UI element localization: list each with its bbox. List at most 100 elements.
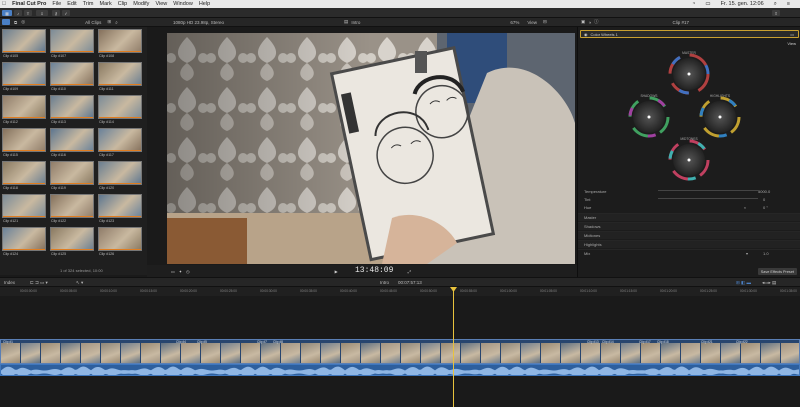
viewer-timecode[interactable]: 13:48:09	[355, 266, 393, 275]
clip-thumbnail[interactable]	[98, 62, 142, 86]
timeline-body[interactable]: Clip #1 Clip #4 Clip #5 Clip #7 Clip #8 Clip …	[0, 296, 800, 407]
menu-clip[interactable]: Clip	[118, 1, 127, 7]
hue-row[interactable]: Hue ◐ 0 °	[578, 203, 800, 211]
hue-knob-icon[interactable]: ◐	[744, 205, 746, 210]
tint-slider[interactable]	[658, 198, 758, 199]
clip-thumbnail[interactable]	[2, 29, 46, 53]
menu-window[interactable]: Window	[173, 1, 193, 7]
play-button[interactable]: ▶	[335, 269, 338, 274]
section-midtones[interactable]: Midtones	[578, 231, 800, 239]
master-wheel[interactable]	[668, 53, 710, 95]
zoom-level[interactable]: 67%	[510, 20, 519, 25]
save-effects-preset-button[interactable]: Save Effects Preset	[757, 268, 797, 275]
section-master[interactable]: Master	[578, 213, 800, 221]
hue-value[interactable]: 0 °	[763, 205, 768, 210]
menu-clock[interactable]: Fr. 15. gen. 12:06	[721, 1, 764, 7]
clip-thumbnail[interactable]	[2, 95, 46, 119]
clip-thumbnail[interactable]	[50, 161, 94, 185]
clip-thumbnail[interactable]	[2, 194, 46, 218]
fullscreen-icon[interactable]: ⤢	[408, 269, 411, 274]
viewer-settings-icon[interactable]: ⊟	[543, 19, 547, 25]
timeline-ruler[interactable]: 00:00:00:00 00:00:05:00 00:00:10:00 00:00:1…	[0, 287, 800, 296]
clip-thumbnail[interactable]	[50, 95, 94, 119]
mix-row[interactable]: Mix ▾ 1.0	[578, 249, 800, 257]
menu-view[interactable]: View	[155, 1, 167, 7]
timeline-clip-label[interactable]: Clip #22	[736, 340, 748, 344]
clip-thumbnail[interactable]	[2, 62, 46, 86]
app-menu[interactable]: Final Cut Pro	[12, 1, 46, 7]
timeline-clip-label[interactable]: Clip #18	[657, 340, 669, 344]
menu-help[interactable]: Help	[199, 1, 210, 7]
timeline-tools-icon[interactable]: ⊏ ⊐ ▭ ▾	[30, 280, 48, 286]
list-icon[interactable]: ≡	[787, 1, 790, 7]
timeline-clip-label[interactable]: Clip #14	[602, 340, 614, 344]
clip-thumbnail[interactable]	[50, 29, 94, 53]
mix-handle[interactable]: ▾	[746, 251, 748, 256]
clip-thumbnail[interactable]	[98, 161, 142, 185]
menu-mark[interactable]: Mark	[100, 1, 112, 7]
temperature-slider[interactable]	[658, 190, 758, 191]
arrow-tool-icon[interactable]: ↖ ▾	[76, 280, 83, 286]
clip-thumbnail[interactable]	[50, 227, 94, 251]
search-icon[interactable]: ⌕	[774, 1, 777, 8]
audio-icon[interactable]: ◎	[21, 19, 25, 25]
filmstrip-icon[interactable]: ⧉	[14, 20, 17, 25]
grid-view-icon[interactable]: ⊞	[107, 19, 111, 25]
viewer-image[interactable]	[167, 33, 575, 264]
info-inspector-icon[interactable]: ⓘ	[594, 19, 599, 25]
clip-thumbnail[interactable]	[50, 194, 94, 218]
tint-row[interactable]: Tint 0	[578, 195, 800, 203]
photos-button[interactable]: ♪	[14, 10, 22, 16]
menu-edit[interactable]: Edit	[67, 1, 76, 7]
tint-value[interactable]: 0	[763, 197, 765, 202]
share-button[interactable]: ⇧	[772, 10, 780, 16]
transform-icon[interactable]: ▭	[171, 269, 175, 274]
libraries-button[interactable]: ▦	[2, 10, 12, 16]
midtones-wheel[interactable]	[668, 139, 710, 181]
audio-skimming-icon[interactable]: ⊞ ◧ ▬	[736, 280, 751, 286]
battery-icon[interactable]: ▭	[705, 1, 710, 7]
temperature-value[interactable]: 5000.0	[758, 189, 770, 194]
timeline-clip-label[interactable]: Clip #21	[701, 340, 713, 344]
clip-thumbnail[interactable]	[98, 227, 142, 251]
clip-thumbnail[interactable]	[98, 95, 142, 119]
key-button[interactable]: ⚷	[52, 10, 60, 16]
import-button[interactable]: ⇩	[36, 10, 48, 16]
search-icon[interactable]: ⌕	[115, 20, 118, 25]
clips-filter[interactable]: All Clips	[85, 20, 101, 25]
clip-thumbnail[interactable]	[98, 194, 142, 218]
highlights-wheel[interactable]	[699, 96, 741, 138]
audio-waveform[interactable]	[0, 364, 800, 376]
sidebar-toggle-icon[interactable]	[2, 19, 10, 25]
temperature-row[interactable]: Temperature 5000.0	[578, 187, 800, 195]
wifi-icon[interactable]: ◔	[692, 1, 695, 7]
section-highlights[interactable]: Highlights	[578, 240, 800, 248]
clip-thumbnail[interactable]	[98, 128, 142, 152]
check-button[interactable]: ✓	[62, 10, 70, 16]
clip-thumbnail[interactable]	[98, 29, 142, 53]
retime-icon[interactable]: ◷	[186, 269, 190, 274]
timeline-clip-label[interactable]: Clip #8	[273, 340, 283, 344]
playhead[interactable]	[453, 287, 454, 407]
video-inspector-icon[interactable]: ▣	[581, 19, 585, 25]
clip-thumbnail[interactable]	[2, 128, 46, 152]
clip-thumbnail[interactable]	[50, 128, 94, 152]
clip-thumbnail[interactable]	[50, 62, 94, 86]
primary-storyline[interactable]: Clip #1 Clip #4 Clip #5 Clip #7 Clip #8 Clip …	[0, 339, 800, 364]
timeline-clip-label[interactable]: Clip #17	[639, 340, 651, 344]
enhance-icon[interactable]: ✦	[179, 269, 182, 274]
clip-thumbnail[interactable]	[2, 227, 46, 251]
timeline-clip-label[interactable]: Clip #5	[197, 340, 207, 344]
clip-thumbnail[interactable]	[2, 161, 46, 185]
timeline-clip-label[interactable]: Clip #7	[257, 340, 267, 344]
timeline-index-button[interactable]: Index	[4, 280, 15, 285]
zoom-slider-icon[interactable]: ◂▭▸ ▤	[762, 280, 776, 286]
section-shadows[interactable]: Shadows	[578, 222, 800, 230]
timeline-clip-label[interactable]: Clip #13	[587, 340, 599, 344]
titles-button[interactable]: T	[24, 10, 32, 16]
timeline-clip-label[interactable]: Clip #4	[176, 340, 186, 344]
apple-menu-icon[interactable]: 	[2, 1, 6, 7]
color-inspector-icon[interactable]: ◑	[588, 20, 591, 25]
menu-modify[interactable]: Modify	[133, 1, 149, 7]
shadows-wheel[interactable]	[628, 96, 670, 138]
